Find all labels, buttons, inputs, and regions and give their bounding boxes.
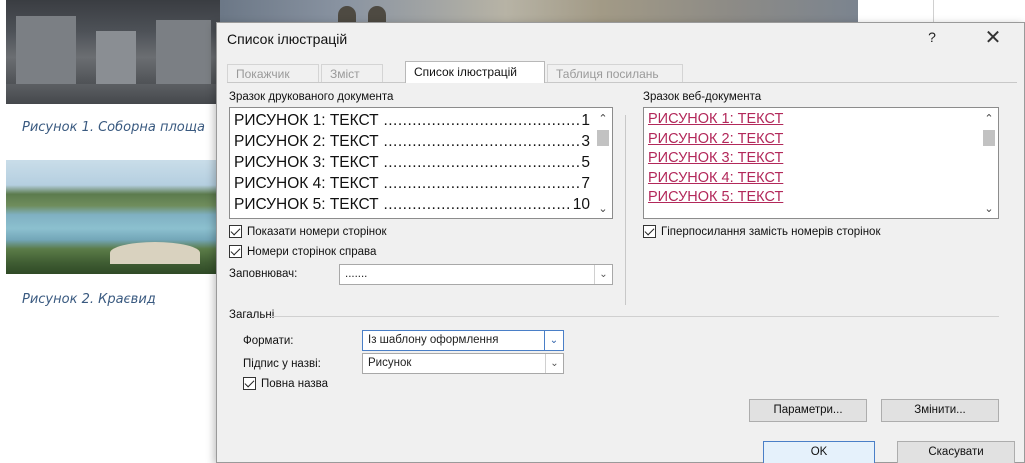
- formats-value: Із шаблону оформлення: [368, 334, 499, 346]
- web-preview-list: РИСУНОК 1: ТЕКСТ РИСУНОК 2: ТЕКСТ РИСУНО…: [648, 110, 976, 208]
- hyperlinks-instead-checkbox[interactable]: Гіперпосилання замість номерів сторінок: [643, 225, 880, 238]
- tab-table-of-authorities[interactable]: Таблиця посилань: [547, 64, 683, 83]
- print-preview-label: Зразок друкованого документа: [229, 91, 394, 103]
- help-button[interactable]: ?: [921, 29, 943, 45]
- tab-index[interactable]: Покажчик: [227, 64, 319, 83]
- dialog-title: Список ілюстрацій: [227, 31, 348, 47]
- web-preview-box[interactable]: РИСУНОК 1: ТЕКСТ РИСУНОК 2: ТЕКСТ РИСУНО…: [643, 107, 999, 219]
- print-preview-box[interactable]: РИСУНОК 1: ТЕКСТ .......................…: [229, 107, 613, 219]
- scroll-up-icon[interactable]: ⌃: [596, 112, 610, 126]
- caption-label-value: Рисунок: [368, 357, 412, 369]
- document-image-landscape[interactable]: [6, 160, 220, 274]
- tab-contents[interactable]: Зміст: [321, 64, 383, 83]
- web-preview-link[interactable]: РИСУНОК 1: ТЕКСТ: [648, 110, 976, 130]
- checkbox-checked-icon[interactable]: [229, 225, 242, 238]
- full-name-label: Повна назва: [261, 377, 328, 390]
- formats-label: Формати:: [243, 335, 294, 347]
- scroll-down-icon[interactable]: ⌄: [596, 202, 610, 216]
- ok-button[interactable]: OK: [763, 441, 875, 463]
- tab-panel-border: [227, 82, 1017, 83]
- hyperlinks-instead-label: Гіперпосилання замість номерів сторінок: [661, 225, 881, 238]
- web-preview-link[interactable]: РИСУНОК 5: ТЕКСТ: [648, 188, 976, 208]
- figure-caption-1: Рисунок 1. Соборна площа: [22, 120, 205, 135]
- checkbox-checked-icon[interactable]: [643, 225, 656, 238]
- column-divider: [625, 115, 626, 305]
- web-preview-link[interactable]: РИСУНОК 3: ТЕКСТ: [648, 149, 976, 169]
- scroll-thumb[interactable]: [597, 130, 609, 146]
- general-group-label: Загальні: [229, 309, 275, 321]
- options-button[interactable]: Параметри...: [749, 399, 867, 422]
- tab-leader-label: Заповнювач:: [229, 268, 298, 280]
- show-page-numbers-label: Показати номери сторінок: [247, 225, 387, 238]
- document-image-square[interactable]: [6, 0, 220, 104]
- close-icon[interactable]: ✕: [979, 26, 1007, 52]
- formats-select[interactable]: Із шаблону оформлення ⌄: [362, 330, 564, 351]
- web-preview-label: Зразок веб-документа: [643, 91, 762, 103]
- chevron-down-icon[interactable]: ⌄: [594, 265, 612, 284]
- right-align-page-numbers-label: Номери сторінок справа: [247, 245, 377, 258]
- web-preview-scrollbar[interactable]: ⌃ ⌄: [980, 108, 998, 218]
- print-preview-scrollbar[interactable]: ⌃ ⌄: [594, 108, 612, 218]
- modify-button[interactable]: Змінити...: [881, 399, 999, 422]
- scroll-up-icon[interactable]: ⌃: [982, 112, 996, 126]
- caption-label-label: Підпис у назві:: [243, 358, 321, 370]
- screen: Рисунок 1. Соборна площа Рисунок 2. Крає…: [0, 0, 1025, 463]
- table-of-figures-dialog: Список ілюстрацій ? ✕ Покажчик Зміст Спи…: [216, 22, 1025, 463]
- checkbox-checked-icon[interactable]: [243, 377, 256, 390]
- full-name-checkbox[interactable]: Повна назва: [243, 377, 328, 390]
- document-page-edge: [933, 0, 934, 22]
- print-preview-entry: РИСУНОК 1: ТЕКСТ .......................…: [234, 112, 590, 129]
- scroll-thumb[interactable]: [983, 130, 995, 146]
- chevron-down-icon[interactable]: ⌄: [544, 330, 564, 351]
- scroll-down-icon[interactable]: ⌄: [982, 202, 996, 216]
- right-align-page-numbers-checkbox[interactable]: Номери сторінок справа: [229, 245, 376, 258]
- show-page-numbers-checkbox[interactable]: Показати номери сторінок: [229, 225, 387, 238]
- document-image-top-strip: [218, 0, 858, 22]
- print-preview-entry: РИСУНОК 5: ТЕКСТ .......................…: [234, 196, 590, 213]
- web-preview-link[interactable]: РИСУНОК 2: ТЕКСТ: [648, 130, 976, 150]
- print-preview-entry: РИСУНОК 3: ТЕКСТ .......................…: [234, 154, 590, 171]
- tab-table-of-figures[interactable]: Список ілюстрацій: [405, 61, 545, 83]
- cancel-button[interactable]: Скасувати: [897, 441, 1015, 463]
- figure-caption-2: Рисунок 2. Краєвид: [22, 292, 156, 307]
- tab-leader-select[interactable]: ....... ⌄: [339, 264, 613, 285]
- checkbox-checked-icon[interactable]: [229, 245, 242, 258]
- print-preview-entry: РИСУНОК 4: ТЕКСТ .......................…: [234, 175, 590, 192]
- tab-leader-value: .......: [345, 268, 368, 280]
- print-preview-entry: РИСУНОК 2: ТЕКСТ .......................…: [234, 133, 590, 150]
- web-preview-link[interactable]: РИСУНОК 4: ТЕКСТ: [648, 169, 976, 189]
- general-group-line: [269, 316, 999, 317]
- tab-table-of-figures-label: Список ілюстрацій: [414, 65, 518, 79]
- print-preview-list: РИСУНОК 1: ТЕКСТ .......................…: [234, 110, 590, 215]
- caption-label-select[interactable]: Рисунок ⌄: [362, 353, 564, 374]
- chevron-down-icon[interactable]: ⌄: [545, 354, 563, 373]
